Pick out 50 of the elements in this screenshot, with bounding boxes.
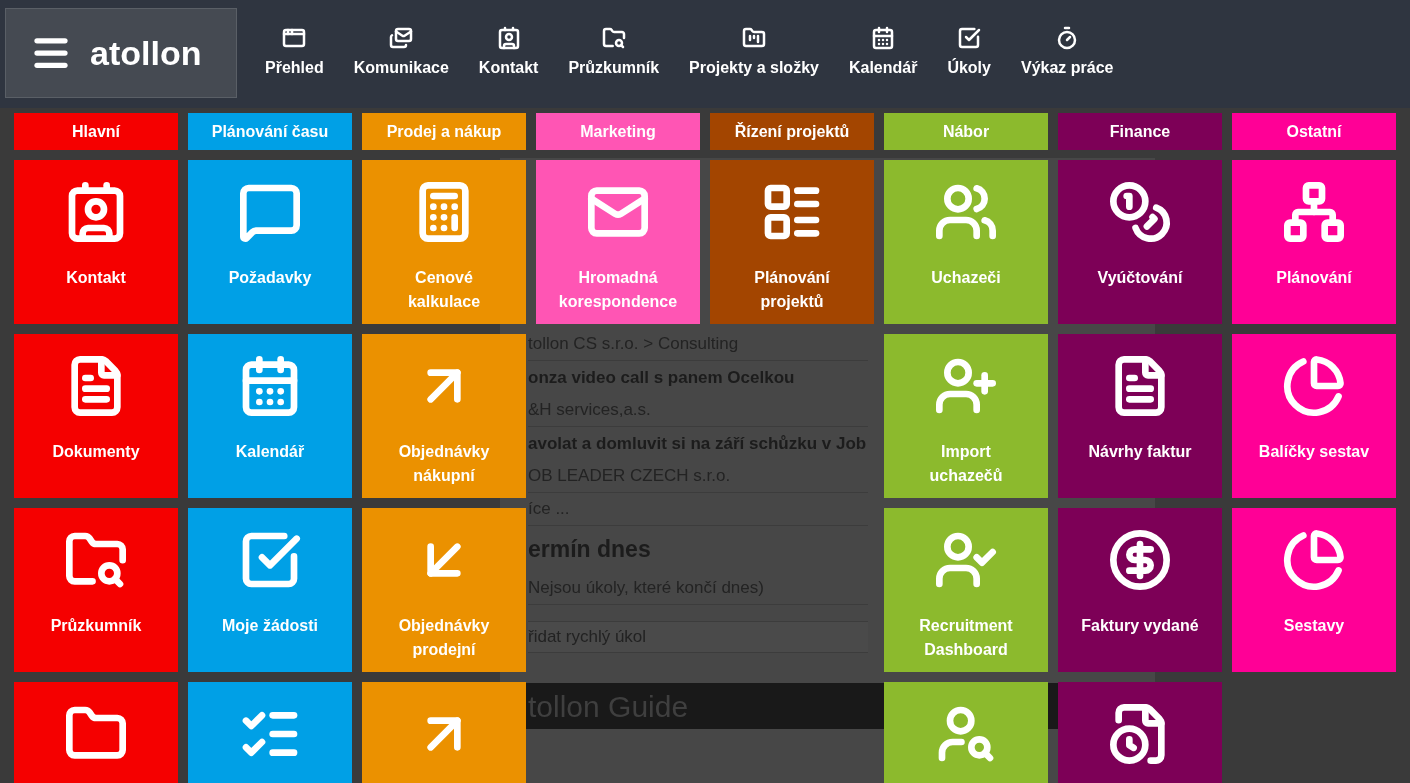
menu-tile[interactable]: Dokumenty <box>14 334 178 498</box>
envelopes-icon <box>389 26 414 50</box>
folder-search-icon <box>601 26 626 50</box>
coins-icon <box>1108 180 1172 244</box>
category-header: Marketing <box>536 113 700 150</box>
menu-tile[interactable]: Vyúčtování <box>1058 160 1222 324</box>
nav-item[interactable]: Výkaz práce <box>1008 26 1126 80</box>
menu-tile[interactable]: Recruitment Dashboard <box>884 508 1048 672</box>
menu-tile[interactable]: Objednávky prodejní <box>362 508 526 672</box>
menu-tile[interactable]: Moje žádosti <box>188 508 352 672</box>
category-header: Prodej a nákup <box>362 113 526 150</box>
calendar-icon <box>871 26 896 50</box>
menu-tile[interactable]: Faktury vydané <box>1058 508 1222 672</box>
menu-tile[interactable]: Kalendář <box>188 334 352 498</box>
menu-tile[interactable]: Balíčky sestav <box>1232 334 1396 498</box>
menu-tile[interactable]: Kontakt <box>14 160 178 324</box>
menu-tile[interactable]: Cenové kalkulace <box>362 160 526 324</box>
menu-tile[interactable]: Uchazeči <box>884 160 1048 324</box>
logo-text: atollon <box>90 32 202 74</box>
category-header: Řízení projektů <box>710 113 874 150</box>
menu-tile[interactable]: Import uchazečů <box>884 334 1048 498</box>
nav-item[interactable]: Průzkumník <box>556 26 672 80</box>
nav-item[interactable]: Komunikace <box>341 26 461 80</box>
dollar-icon <box>1108 528 1172 592</box>
menu-tile[interactable]: Požadavky <box>188 160 352 324</box>
folder-icon <box>742 26 766 50</box>
logo-button[interactable]: atollon <box>5 8 237 98</box>
contact-card-icon <box>496 26 521 50</box>
hierarchy-icon <box>1282 180 1346 244</box>
menu-tile[interactable]: Průzkumník <box>14 508 178 672</box>
category-header: Finance <box>1058 113 1222 150</box>
nav-item[interactable]: Kontakt <box>466 26 551 80</box>
category-header: Ostatní <box>1232 113 1396 150</box>
category-header: Plánování času <box>188 113 352 150</box>
nav-item[interactable]: Projekty a složky <box>677 26 831 80</box>
menu-tile[interactable]: Sestavy <box>1232 508 1396 672</box>
window-icon <box>282 26 307 50</box>
menu-tile[interactable]: Plánování projektů <box>710 160 874 324</box>
menu-tile[interactable]: Návrhy faktur <box>1058 334 1222 498</box>
menu-tile[interactable]: Hromadná korespondence <box>536 160 700 324</box>
nav-item[interactable]: Úkoly <box>935 26 1003 80</box>
category-header: Nábor <box>884 113 1048 150</box>
menu-tile[interactable]: Objednávky nákupní <box>362 334 526 498</box>
pie-chart-icon <box>1282 528 1346 592</box>
pie-chart-icon <box>1282 354 1346 418</box>
nav-item[interactable]: Přehled <box>253 26 336 80</box>
checkbox-icon <box>957 26 982 50</box>
menu-tile[interactable]: Plánování <box>1232 160 1396 324</box>
category-header: Hlavní <box>14 113 178 150</box>
nav-item[interactable]: Kalendář <box>836 26 930 80</box>
